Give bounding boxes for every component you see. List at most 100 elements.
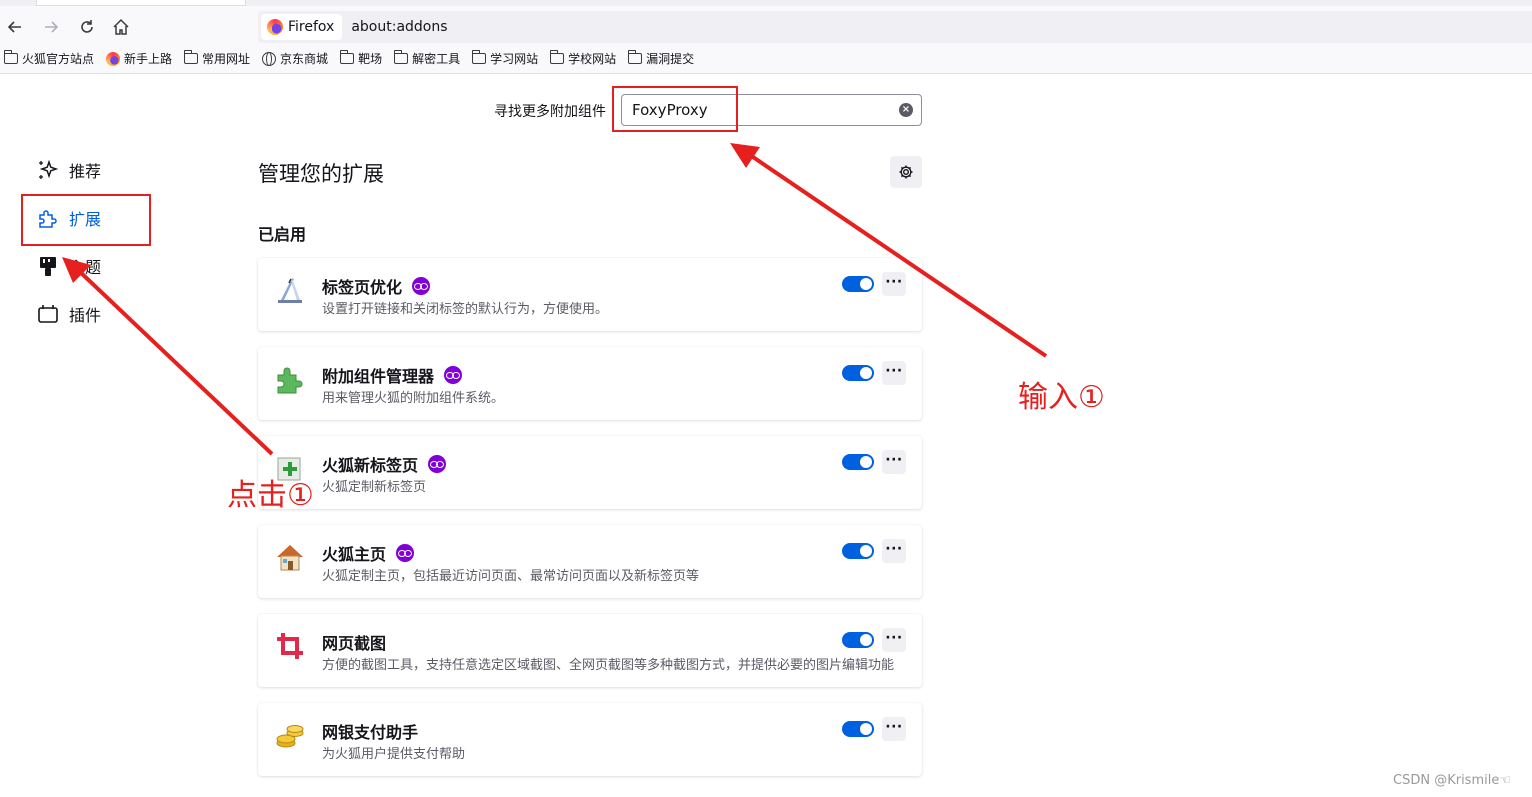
extension-name-text: 附加组件管理器	[322, 367, 435, 386]
gear-icon	[899, 165, 913, 179]
enable-toggle[interactable]	[842, 721, 874, 737]
search-label: 寻找更多附加组件	[494, 104, 606, 120]
extension-name-text: 火狐新标签页	[322, 456, 419, 475]
bookmark-label: 学习网站	[490, 52, 539, 66]
folder-icon	[3, 50, 18, 64]
infinity-badge-icon	[396, 544, 415, 562]
sparkle-icon	[36, 158, 60, 182]
bookmark-label: 漏洞提交	[646, 52, 695, 66]
puzzle-green-icon	[274, 363, 306, 395]
bookmark-item[interactable]: 学习网站	[471, 50, 539, 67]
folder-icon	[549, 50, 565, 64]
bookmark-label: 学校网站	[568, 52, 617, 66]
bookmark-item[interactable]: 学校网站	[549, 50, 617, 67]
extension-description: 火狐定制主页，包括最近访问页面、最常访问页面以及新标签页等	[322, 569, 700, 584]
extension-description: 方便的截图工具，支持任意选定区域截图、全网页截图等多种截图方式，并提供必要的图片…	[322, 658, 895, 673]
sidebar-item-label: 主题	[69, 258, 102, 277]
extension-name: 标签页优化	[322, 274, 431, 298]
extension-description: 为火狐用户提供支付帮助	[322, 747, 466, 762]
extension-description: 用来管理火狐的附加组件系统。	[322, 391, 505, 406]
folder-icon	[393, 50, 409, 64]
crop-icon	[274, 630, 306, 662]
url-bar[interactable]: Firefox about:addons	[258, 11, 1532, 43]
input-highlight-box	[612, 86, 738, 132]
more-options-button[interactable]: ···	[882, 539, 906, 563]
back-button[interactable]	[4, 16, 26, 38]
bookmark-item[interactable]: 解密工具	[393, 50, 461, 67]
identity-label: Firefox	[288, 19, 335, 35]
clear-search-icon[interactable]: ×	[899, 103, 913, 117]
more-options-button[interactable]: ···	[882, 272, 906, 296]
tab-strip-edge	[36, 0, 246, 6]
forward-arrow-icon	[45, 21, 59, 33]
sidebar-item-themes[interactable]: 主题	[36, 254, 101, 278]
enable-toggle[interactable]	[842, 632, 874, 648]
extension-name-text: 网页截图	[322, 634, 387, 653]
bookmark-label: 新手上路	[124, 52, 173, 66]
folder-icon	[471, 50, 487, 64]
enable-toggle[interactable]	[842, 543, 874, 559]
identity-box[interactable]: Firefox	[261, 14, 343, 40]
extension-name: 网页截图	[322, 630, 386, 654]
url-text[interactable]: about:addons	[351, 19, 447, 35]
back-arrow-icon	[7, 21, 21, 33]
extension-name-text: 网银支付助手	[322, 723, 419, 742]
navigation-toolbar: Firefox about:addons	[0, 0, 1532, 44]
home-button[interactable]	[110, 16, 132, 38]
extension-name-text: 标签页优化	[322, 278, 403, 297]
brush-icon	[36, 254, 60, 278]
plugin-icon	[36, 302, 60, 326]
extension-name: 网银支付助手	[322, 719, 418, 743]
bookmark-item[interactable]: 常用网址	[183, 50, 251, 67]
bookmark-item[interactable]: 漏洞提交	[627, 50, 695, 67]
infinity-badge-icon	[428, 455, 447, 473]
enable-toggle[interactable]	[842, 276, 874, 292]
extension-name: 附加组件管理器	[322, 363, 463, 387]
extension-card[interactable]: 附加组件管理器 用来管理火狐的附加组件系统。 ···	[258, 347, 922, 420]
extensions-highlight-box	[21, 194, 151, 246]
firefox-icon	[106, 51, 121, 66]
bookmark-item[interactable]: 新手上路	[106, 50, 172, 67]
sidebar-item-recommendations[interactable]: 推荐	[36, 158, 101, 182]
bookmark-label: 解密工具	[412, 52, 461, 66]
bookmark-label: 京东商城	[280, 52, 329, 66]
extension-description: 火狐定制新标签页	[322, 480, 427, 495]
infinity-badge-icon	[444, 366, 463, 384]
tools-button[interactable]	[890, 156, 922, 188]
extension-card[interactable]: 网银支付助手 为火狐用户提供支付帮助 ···	[258, 703, 922, 776]
folder-icon	[183, 50, 199, 64]
bookmarks-toolbar: 火狐官方站点 新手上路 常用网址 京东商城 靶场 解密工具 学习网站 学校网站 …	[0, 44, 1532, 74]
annotation-input-label: 输入①	[1018, 380, 1105, 415]
enable-toggle[interactable]	[842, 454, 874, 470]
bookmark-item[interactable]: 京东商城	[262, 50, 328, 67]
extension-card[interactable]: 标签页优化 设置打开链接和关闭标签的默认行为，方便使用。 ···	[258, 258, 922, 331]
forward-button[interactable]	[40, 16, 62, 38]
bookmark-item[interactable]: 火狐官方站点	[3, 50, 95, 67]
tab-tweak-icon	[274, 274, 306, 306]
sidebar-item-plugins[interactable]: 插件	[36, 302, 101, 326]
extension-name-text: 火狐主页	[322, 545, 387, 564]
extension-card[interactable]: 网页截图 方便的截图工具，支持任意选定区域截图、全网页截图等多种截图方式，并提供…	[258, 614, 922, 687]
firefox-icon	[267, 19, 283, 35]
annotation-click-label: 点击①	[227, 478, 314, 513]
bookmark-item[interactable]: 靶场	[339, 50, 382, 67]
section-heading-enabled: 已启用	[258, 225, 307, 244]
more-options-button[interactable]: ···	[882, 361, 906, 385]
sidebar-item-label: 推荐	[69, 162, 102, 181]
coins-icon	[274, 719, 306, 751]
bookmark-label: 常用网址	[202, 52, 251, 66]
house-icon	[274, 541, 306, 573]
enable-toggle[interactable]	[842, 365, 874, 381]
more-options-button[interactable]: ···	[882, 628, 906, 652]
more-options-button[interactable]: ···	[882, 450, 906, 474]
sidebar-item-label: 插件	[69, 306, 102, 325]
extension-card[interactable]: 火狐新标签页 火狐定制新标签页 ···	[258, 436, 922, 509]
extension-description: 设置打开链接和关闭标签的默认行为，方便使用。	[322, 302, 609, 317]
extension-card[interactable]: 火狐主页 火狐定制主页，包括最近访问页面、最常访问页面以及新标签页等 ···	[258, 525, 922, 598]
bookmark-label: 火狐官方站点	[22, 52, 95, 66]
reload-button[interactable]	[76, 16, 98, 38]
home-icon	[113, 18, 129, 35]
more-options-button[interactable]: ···	[882, 717, 906, 741]
watermark: CSDN @Krismile☜	[1393, 773, 1511, 788]
folder-icon	[627, 50, 643, 64]
